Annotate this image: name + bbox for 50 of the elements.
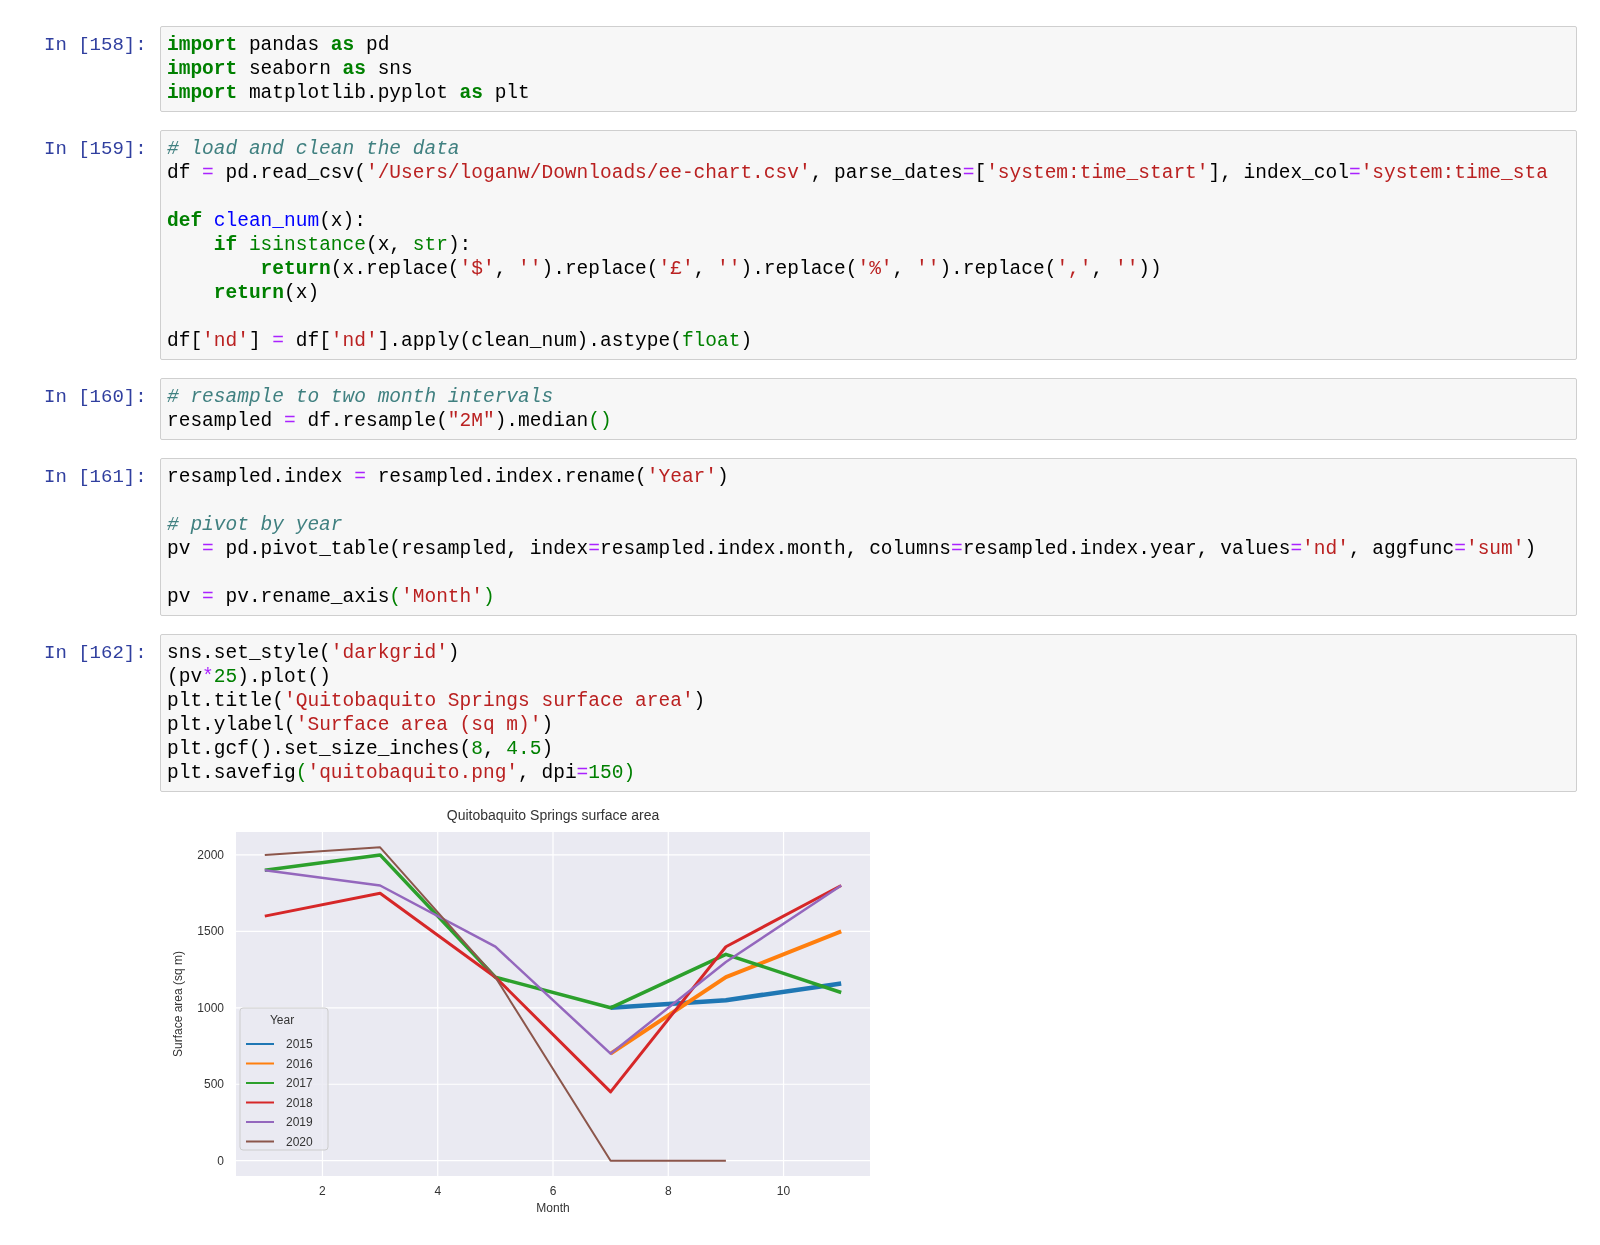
x-tick-label: 4: [434, 1184, 442, 1198]
code-line: plt.title('Quitobaquito Springs surface area'): [167, 689, 707, 713]
cell-prompt: In [160]:: [43, 385, 148, 410]
x-tick-label: 10: [776, 1184, 791, 1198]
code-line: (pv*25).plot(): [167, 665, 332, 689]
cell-prompt: In [162]:: [43, 641, 148, 666]
legend-label: 2016: [286, 1056, 313, 1071]
y-axis-label: Surface area (sq m): [171, 951, 185, 1057]
x-tick-label: 8: [664, 1184, 672, 1198]
code-line: df['nd'] = df['nd'].apply(clean_num).astype(float): [167, 329, 754, 353]
code-line: df = pd.read_csv('/Users/loganw/Downloads/ee-chart.csv', parse_dates=['system:time_start'], index_col='system:time_sta: [167, 161, 1549, 185]
code-cell[interactable]: import pandas as pd import seaborn as sns import matplotlib.pyplot as plt: [160, 26, 1577, 112]
code-line: # pivot by year: [167, 513, 344, 537]
x-axis-label: Month: [536, 1201, 570, 1215]
legend-label: 2018: [286, 1095, 313, 1110]
y-tick-label: 500: [203, 1077, 224, 1092]
code-line: if isinstance(x, str):: [212, 233, 473, 257]
cell-prompt: In [159]:: [43, 137, 148, 162]
y-tick-label: 2000: [197, 847, 224, 862]
code-line: plt.savefig('quitobaquito.png', dpi=150): [167, 761, 637, 785]
code-line: import matplotlib.pyplot as plt: [167, 81, 531, 105]
code-line: pv = pd.pivot_table(resampled, index=resampled.index.month, columns=resampled.index.year, values='nd', aggfunc='sum'): [167, 537, 1538, 561]
legend-label: 2015: [286, 1037, 313, 1051]
y-tick-label: 1000: [197, 1000, 224, 1015]
code-line: def clean_num(x):: [167, 209, 367, 233]
code-cell[interactable]: # resample to two month intervals resampled = df.resample("2M").median(): [160, 378, 1577, 440]
code-line: # resample to two month intervals: [167, 385, 555, 409]
code-cell[interactable]: sns.set_style('darkgrid') (pv*25).plot() plt.title('Quitobaquito Springs surface area') plt.ylabel('Surface area (sq m)') plt.gcf().set_size_inches(8, 4.5) plt.savefig('quitobaquito.png', dpi=150): [160, 634, 1577, 792]
code-line: return(x): [212, 281, 321, 305]
y-tick-label: 1500: [197, 924, 224, 939]
legend-label: 2017: [286, 1076, 313, 1090]
x-tick-label: 6: [549, 1184, 557, 1198]
legend-label: 2020: [286, 1134, 313, 1149]
code-line: sns.set_style('darkgrid'): [167, 641, 461, 665]
cell-prompt: In [158]:: [43, 33, 148, 58]
code-line: plt.ylabel('Surface area (sq m)'): [167, 713, 555, 737]
code-line: resampled.index = resampled.index.rename('Year'): [167, 465, 730, 489]
chart-title: Quitobaquito Springs surface area: [446, 807, 660, 823]
code-line: import seaborn as sns: [167, 57, 414, 81]
code-line: return(x.replace('$', '').replace('£', '').replace('%', '').replace(',', '')): [259, 257, 1163, 281]
code-line: plt.gcf().set_size_inches(8, 4.5): [167, 737, 555, 761]
legend-title: Year: [269, 1013, 295, 1027]
cell-prompt: In [161]:: [43, 465, 148, 490]
code-line: resampled = df.resample("2M").median(): [167, 409, 613, 433]
x-tick-label: 2: [319, 1184, 326, 1198]
code-line: # load and clean the data: [167, 137, 461, 161]
y-tick-label: 0: [217, 1153, 224, 1168]
code-line: import pandas as pd: [167, 33, 391, 57]
legend-label: 2019: [286, 1115, 313, 1129]
code-line: pv = pv.rename_axis('Month'): [167, 585, 496, 609]
